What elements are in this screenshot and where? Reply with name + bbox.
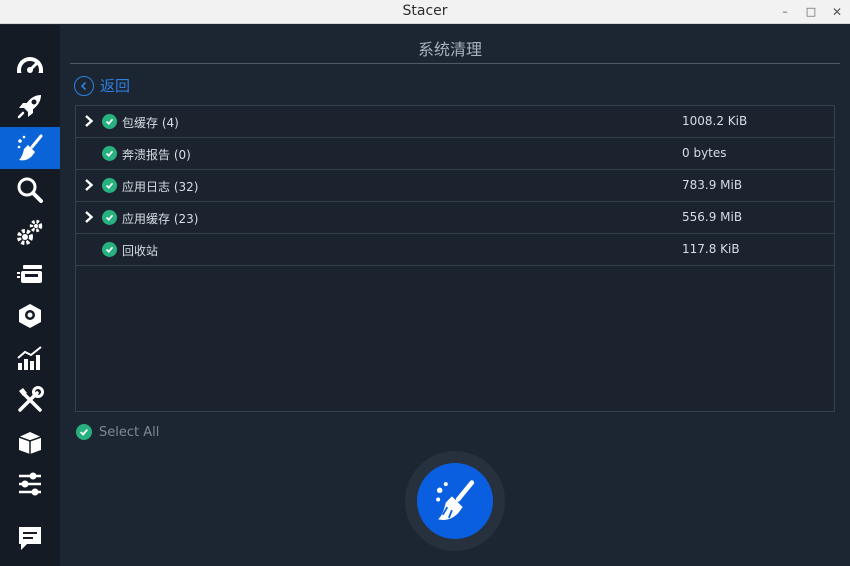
window-title: Stacer — [402, 3, 448, 19]
clean-button-face — [417, 463, 493, 539]
back-button[interactable]: 返回 — [74, 75, 130, 96]
expand-chevron-icon[interactable] — [83, 178, 95, 192]
sidebar-item-services[interactable] — [0, 211, 60, 253]
settings-sliders-icon — [19, 472, 41, 496]
check-icon[interactable] — [102, 242, 117, 257]
tree-row-package-cache[interactable]: 包缓存 (4) 1008.2 KiB — [76, 106, 834, 138]
resources-chart-icon — [17, 346, 42, 370]
sidebar-item-dashboard[interactable] — [0, 43, 60, 85]
check-icon[interactable] — [102, 114, 117, 129]
sidebar-item-uninstaller[interactable] — [0, 295, 60, 337]
package-box-icon — [18, 432, 42, 454]
broom-icon — [436, 480, 475, 520]
sidebar-item-apt-source[interactable] — [0, 421, 60, 463]
sidebar-item-processes[interactable] — [0, 253, 60, 295]
title-divider — [70, 63, 840, 64]
minimize-button[interactable]: – — [776, 3, 794, 21]
cleanup-results-tree[interactable]: 包缓存 (4) 1008.2 KiB 奔溃报告 (0) 0 bytes 应用日志… — [75, 105, 835, 412]
sidebar-item-startup[interactable] — [0, 85, 60, 127]
check-icon[interactable] — [102, 178, 117, 193]
clean-button[interactable] — [405, 451, 505, 551]
services-icon — [17, 265, 42, 283]
row-name: 应用缓存 (23) — [122, 212, 199, 226]
row-name: 奔溃报告 (0) — [122, 148, 191, 162]
sidebar — [0, 25, 60, 566]
row-size: 783.9 MiB — [682, 178, 743, 192]
tools-icon — [18, 386, 44, 412]
back-label: 返回 — [100, 77, 131, 95]
feedback-chat-icon — [19, 527, 41, 550]
row-size: 556.9 MiB — [682, 210, 743, 224]
row-size: 0 bytes — [682, 146, 727, 160]
row-size: 1008.2 KiB — [682, 114, 748, 128]
tree-row-crash-reports[interactable]: 奔溃报告 (0) 0 bytes — [76, 138, 834, 170]
check-icon[interactable] — [102, 146, 117, 161]
sidebar-item-feedback[interactable] — [0, 517, 60, 559]
select-all-checkbox[interactable]: Select All — [76, 424, 159, 440]
dashboard-gauge-icon — [17, 57, 43, 79]
uninstaller-box-icon — [19, 304, 41, 328]
expand-chevron-icon[interactable] — [83, 210, 95, 224]
close-button[interactable]: ✕ — [828, 3, 846, 21]
search-icon — [17, 177, 43, 203]
row-name: 回收站 — [122, 244, 159, 258]
sidebar-item-cleaner[interactable] — [0, 127, 60, 169]
tree-row-app-cache[interactable]: 应用缓存 (23) 556.9 MiB — [76, 202, 834, 234]
gears-icon — [17, 219, 43, 245]
row-name: 应用日志 (32) — [122, 180, 199, 194]
sidebar-item-settings[interactable] — [0, 463, 60, 505]
check-icon[interactable] — [102, 210, 117, 225]
rocket-icon — [17, 95, 41, 119]
tree-row-trash[interactable]: 回收站 117.8 KiB — [76, 234, 834, 266]
broom-icon — [17, 134, 43, 161]
tree-row-app-logs[interactable]: 应用日志 (32) 783.9 MiB — [76, 170, 834, 202]
page-title: 系统清理 — [417, 40, 482, 59]
row-name: 包缓存 (4) — [122, 116, 179, 130]
check-icon — [76, 424, 92, 440]
row-size: 117.8 KiB — [682, 242, 740, 256]
sidebar-item-search[interactable] — [0, 169, 60, 211]
cleaner-panel: 系统清理 返回 包缓存 (4) 1008.2 KiB 奔溃报告 (0) 0 by… — [60, 25, 850, 566]
expand-chevron-icon[interactable] — [83, 114, 95, 128]
window-titlebar: Stacer – □ ✕ — [0, 0, 850, 24]
select-all-label: Select All — [99, 424, 160, 440]
sidebar-item-tools[interactable] — [0, 379, 60, 421]
maximize-button[interactable]: □ — [802, 3, 820, 21]
sidebar-item-resources[interactable] — [0, 337, 60, 379]
back-chevron-icon — [74, 75, 94, 96]
